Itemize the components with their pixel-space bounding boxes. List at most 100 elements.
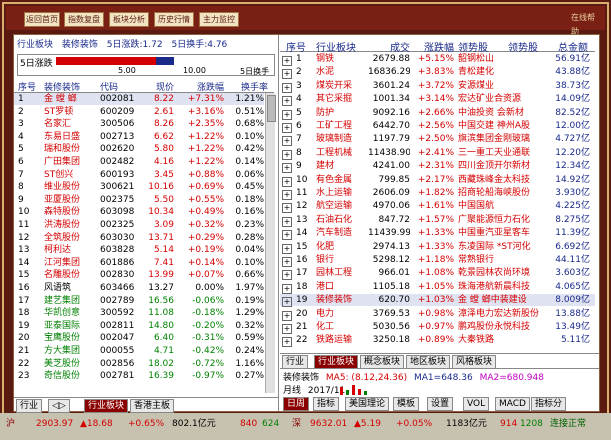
right-row[interactable]: +20 电力 3769.53 +0.98% 漳泽电力宏达新股份 13.88亿 bbox=[280, 308, 595, 322]
right-row[interactable]: +11 水上运输 2606.09 +1.82% 招商轮船海峡股份 3.930亿 bbox=[280, 187, 595, 201]
expand-icon[interactable]: + bbox=[282, 202, 292, 214]
left-row[interactable]: 6 广田集团 002482 4.16 +1.22% 0.14% bbox=[14, 156, 264, 168]
left-scrollbar[interactable] bbox=[265, 93, 276, 393]
right-row[interactable]: +7 玻璃制造 1197.79 +2.50% 旗滨集团金刚玻璃 4.727亿 bbox=[280, 133, 595, 147]
bottom-tab-7[interactable]: 指标分 bbox=[531, 397, 567, 411]
right-cell-4: 乾景园林农尚环境 bbox=[458, 268, 531, 279]
help-label[interactable]: 在线帮助 bbox=[571, 11, 601, 36]
expand-icon[interactable]: + bbox=[282, 296, 292, 308]
expand-icon[interactable]: + bbox=[282, 109, 292, 121]
right-row[interactable]: +8 工程机械 11438.90 +2.41% 三一重工天业通联 12.20亿 bbox=[280, 147, 595, 161]
left-row[interactable]: 8 维业股份 300621 10.16 +0.69% 0.45% bbox=[14, 181, 264, 193]
left-tab-0[interactable]: 行业 bbox=[16, 399, 43, 413]
right-row[interactable]: +3 煤炭开采 3601.24 +3.72% 安源煤业 38.73亿 bbox=[280, 80, 595, 94]
left-row[interactable]: 5 瑞和股份 002620 5.80 +1.22% 0.42% bbox=[14, 143, 264, 155]
left-tab-3[interactable]: 香港主板 bbox=[130, 399, 175, 413]
toolbar-button-history[interactable]: 历史行情 bbox=[154, 12, 194, 27]
left-row[interactable]: 1 金 螳 螂 002081 8.22 +7.31% 1.21% bbox=[14, 93, 264, 105]
toolbar-button-home[interactable]: 返回首页 bbox=[24, 12, 60, 27]
left-row[interactable]: 22 美芝股份 002856 18.02 -0.72% 1.16% bbox=[14, 358, 264, 370]
left-row[interactable]: 14 江河集团 601886 7.41 +0.14% 0.10% bbox=[14, 257, 264, 269]
right-tab-3[interactable]: 地区板块 bbox=[406, 355, 451, 369]
expand-icon[interactable]: + bbox=[282, 243, 292, 255]
right-row[interactable]: +15 化肥 2974.13 +1.33% 东凌国际 *ST河化 6.692亿 bbox=[280, 241, 595, 255]
left-row[interactable]: 13 柯利达 603828 5.14 +0.19% 0.04% bbox=[14, 244, 264, 256]
right-tab-2[interactable]: 概念板块 bbox=[360, 355, 405, 369]
left-row[interactable]: 15 名雕股份 002830 13.99 +0.07% 0.66% bbox=[14, 269, 264, 281]
expand-icon[interactable]: + bbox=[282, 229, 292, 241]
expand-icon[interactable]: + bbox=[282, 149, 292, 161]
right-row[interactable]: +12 航空运输 4970.06 +1.61% 中国国航 4.225亿 bbox=[280, 200, 595, 214]
expand-icon[interactable]: + bbox=[282, 55, 292, 67]
expand-icon[interactable]: + bbox=[282, 323, 292, 335]
left-row[interactable]: 9 亚厦股份 002375 5.50 +0.55% 0.18% bbox=[14, 194, 264, 206]
right-row[interactable]: +14 汽车制造 11439.99 +1.33% 中国重汽亚星客车 11.39亿 bbox=[280, 227, 595, 241]
left-row[interactable]: 19 亚泰国际 002811 14.80 -0.20% 0.32% bbox=[14, 320, 264, 332]
left-cell-4: -0.06% bbox=[192, 295, 224, 306]
toolbar-button-index[interactable]: 指数复盘 bbox=[64, 12, 104, 27]
bottom-tab-3[interactable]: 模板 bbox=[393, 397, 420, 411]
right-row[interactable]: +6 工矿工程 6442.70 +2.56% 中国交建 神州A股 12.00亿 bbox=[280, 120, 595, 134]
right-row[interactable]: +22 铁路运输 3250.18 +0.89% 大秦铁路 5.11亿 bbox=[280, 334, 595, 348]
expand-icon[interactable]: + bbox=[282, 95, 292, 107]
expand-icon[interactable]: + bbox=[282, 176, 292, 188]
right-row[interactable]: +10 有色金属 799.85 +2.17% 西藏珠峰金太科技 14.92亿 bbox=[280, 174, 595, 188]
toolbar-button-sector[interactable]: 板块分析 bbox=[109, 12, 149, 27]
left-row[interactable]: 11 洪涛股份 002325 3.09 +0.32% 0.23% bbox=[14, 219, 264, 231]
left-row[interactable]: 18 华凯创意 300592 11.08 -0.18% 1.29% bbox=[14, 307, 264, 319]
bottom-tab-2[interactable]: 美国理论 bbox=[345, 397, 390, 411]
expand-icon[interactable]: + bbox=[282, 310, 292, 322]
right-cell-5: 12.34亿 bbox=[555, 161, 590, 172]
right-cell-3: +1.33% bbox=[417, 241, 454, 252]
left-row[interactable]: 17 建艺集团 002789 16.56 -0.06% 0.19% bbox=[14, 295, 264, 307]
left-scroll-thumb[interactable] bbox=[267, 95, 276, 122]
left-row[interactable]: 12 全筑股份 603030 13.71 +0.29% 0.28% bbox=[14, 232, 264, 244]
expand-icon[interactable]: + bbox=[282, 162, 292, 174]
left-row[interactable]: 2 ST罗顿 600209 2.61 +3.16% 0.51% bbox=[14, 106, 264, 118]
right-row[interactable]: +17 园林工程 966.01 +1.08% 乾景园林农尚环境 3.603亿 bbox=[280, 267, 595, 281]
right-tab-4[interactable]: 风格板块 bbox=[452, 355, 497, 369]
toolbar-button-monitor[interactable]: 主力监控 bbox=[199, 12, 239, 27]
left-row[interactable]: 23 奇信股份 002781 16.39 -0.97% 0.27% bbox=[14, 370, 264, 382]
right-row[interactable]: +9 建材 4241.00 +2.31% 四川金顶开尔新材 12.34亿 bbox=[280, 160, 595, 174]
right-tab-1[interactable]: 行业板块 bbox=[314, 355, 359, 369]
left-tab-2[interactable]: 行业板块 bbox=[84, 399, 129, 413]
right-cell-4: 宏达矿业合资源 bbox=[458, 94, 522, 105]
expand-icon[interactable]: + bbox=[282, 256, 292, 268]
expand-icon[interactable]: + bbox=[282, 269, 292, 281]
left-row[interactable]: 3 名家汇 300506 8.26 +2.35% 0.68% bbox=[14, 118, 264, 130]
left-row[interactable]: 7 ST创兴 600193 3.45 +0.88% 0.06% bbox=[14, 169, 264, 181]
right-cell-2: 620.70 bbox=[378, 295, 411, 306]
right-row[interactable]: +1 钢铁 2679.88 +5.15% 韶钢松山 56.91亿 bbox=[280, 53, 595, 67]
expand-icon[interactable]: + bbox=[282, 336, 292, 348]
expand-icon[interactable]: + bbox=[282, 216, 292, 228]
expand-icon[interactable]: + bbox=[282, 122, 292, 134]
right-row[interactable]: +21 化工 5030.56 +0.97% 鹏鸡股份永悦科技 13.49亿 bbox=[280, 321, 595, 335]
left-row[interactable]: 10 森特股份 603098 10.34 +0.49% 0.16% bbox=[14, 206, 264, 218]
left-cell-0: 9 bbox=[18, 194, 24, 205]
right-row[interactable]: +19 装修装饰 620.70 +1.03% 金 螳 螂中装建设 8.009亿 bbox=[280, 294, 595, 308]
mini-chart-ma1: MA1=648.36 bbox=[414, 373, 473, 383]
expand-icon[interactable]: + bbox=[282, 82, 292, 94]
right-row[interactable]: +18 港口 1105.18 +1.05% 珠海港航新晨科技 4.065亿 bbox=[280, 281, 595, 295]
left-row[interactable]: 20 宝鹰股份 002047 6.40 -0.31% 0.59% bbox=[14, 332, 264, 344]
left-row[interactable]: 21 方大集团 000055 4.71 -0.42% 0.24% bbox=[14, 345, 264, 357]
right-row[interactable]: +2 水泥 16836.29 +3.83% 青松建化 43.88亿 bbox=[280, 66, 595, 80]
bottom-tab-0[interactable]: 日周 bbox=[283, 397, 310, 411]
right-row[interactable]: +16 银行 5298.12 +1.18% 常熟银行 44.11亿 bbox=[280, 254, 595, 268]
bottom-tab-1[interactable]: 指标 bbox=[313, 397, 340, 411]
left-tab-1[interactable]: ◁▷ bbox=[48, 399, 70, 413]
right-row[interactable]: +13 石油石化 847.72 +1.57% 广聚能源恒力石化 8.275亿 bbox=[280, 214, 595, 228]
expand-icon[interactable]: + bbox=[282, 189, 292, 201]
left-row[interactable]: 16 风语筑 603466 13.27 0.00% 1.97% bbox=[14, 282, 264, 294]
expand-icon[interactable]: + bbox=[282, 68, 292, 80]
bottom-tab-6[interactable]: MACD bbox=[495, 397, 530, 411]
expand-icon[interactable]: + bbox=[282, 135, 292, 147]
right-row[interactable]: +4 其它采掘 1001.34 +3.14% 宏达矿业合资源 14.09亿 bbox=[280, 93, 595, 107]
right-tab-0[interactable]: 行业 bbox=[282, 355, 309, 369]
bottom-tab-4[interactable]: 设置 bbox=[427, 397, 454, 411]
right-row[interactable]: +5 防护 9092.16 +2.66% 中油投资 会新材 82.52亿 bbox=[280, 107, 595, 121]
expand-icon[interactable]: + bbox=[282, 283, 292, 295]
bottom-tab-5[interactable]: VOL bbox=[463, 397, 490, 411]
left-row[interactable]: 4 东易日盛 002713 6.62 +1.22% 0.10% bbox=[14, 131, 264, 143]
